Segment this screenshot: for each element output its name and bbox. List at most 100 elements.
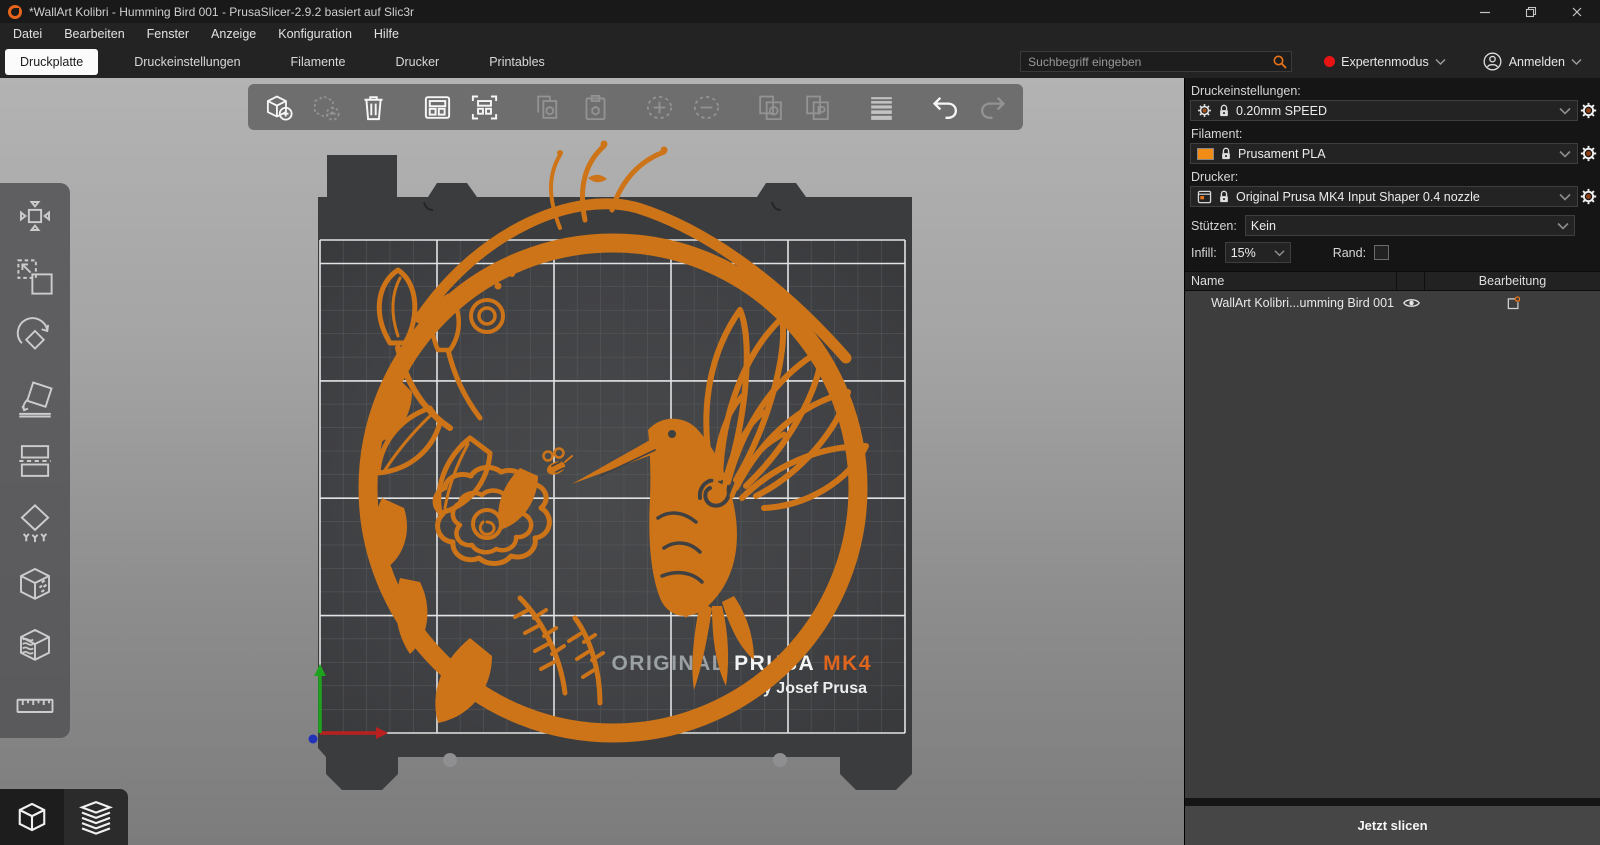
seam-painting-icon (20, 567, 50, 600)
variable-layer-height-icon (870, 96, 892, 120)
remove-instance-button[interactable] (687, 88, 725, 126)
lock-icon (1220, 190, 1228, 203)
filament-edit-button[interactable] (1580, 145, 1597, 162)
split-to-objects-button[interactable] (751, 88, 789, 126)
filament-combo[interactable]: Prusament PLA (1190, 143, 1578, 164)
slice-now-label: Jetzt slicen (1357, 818, 1428, 833)
tab-filamente[interactable]: Filamente (277, 49, 360, 75)
undo-button[interactable] (926, 88, 964, 126)
print-settings-value: 0.20mm SPEED (1236, 103, 1328, 118)
infill-select[interactable]: 15% (1224, 242, 1291, 263)
copy-icon (536, 95, 557, 119)
add-object-button[interactable] (260, 88, 298, 126)
tab-drucker[interactable]: Drucker (381, 49, 453, 75)
menu-datei[interactable]: Datei (2, 23, 53, 45)
restore-icon (1525, 6, 1537, 17)
multimaterial-painting-button[interactable] (12, 621, 58, 667)
tab-printables[interactable]: Printables (475, 49, 559, 75)
view-switch (0, 789, 128, 845)
column-visibility (1397, 272, 1425, 290)
arrange-selection-button[interactable] (465, 88, 503, 126)
copy-button[interactable] (529, 88, 567, 126)
move-icon (20, 201, 50, 231)
gear-icon (1580, 145, 1597, 162)
object-list-header: Name Bearbeitung (1185, 271, 1600, 291)
cut-button[interactable] (12, 438, 58, 484)
menu-bearbeiten[interactable]: Bearbeiten (53, 23, 135, 45)
print-settings-gear-icon (1198, 104, 1211, 117)
menu-anzeige[interactable]: Anzeige (200, 23, 267, 45)
slice-now-button[interactable]: Jetzt slicen (1185, 806, 1600, 845)
preview-view-button[interactable] (64, 789, 128, 845)
printer-icon (1197, 190, 1212, 203)
paste-button[interactable] (576, 88, 614, 126)
printer-label: Drucker: (1191, 170, 1239, 184)
search-icon[interactable] (1272, 54, 1288, 70)
redo-icon (980, 96, 1005, 119)
split-to-parts-button[interactable] (798, 88, 836, 126)
paste-icon (585, 94, 605, 120)
menu-hilfe[interactable]: Hilfe (363, 23, 410, 45)
arrange-button[interactable] (418, 88, 456, 126)
close-button[interactable] (1554, 0, 1600, 23)
add-instance-icon (646, 95, 672, 119)
multimaterial-painting-icon (20, 628, 50, 661)
print-settings-combo[interactable]: 0.20mm SPEED (1190, 100, 1578, 121)
remove-object-icon (313, 95, 340, 121)
chevron-down-icon (1571, 58, 1582, 66)
supports-label: Stützen: (1191, 218, 1237, 233)
login-button[interactable]: Anmelden (1482, 51, 1582, 72)
object-list-body: WallArt Kolibri...umming Bird 001 (1185, 291, 1600, 798)
printer-edit-button[interactable] (1580, 188, 1597, 205)
minimize-button[interactable] (1462, 0, 1508, 23)
3d-viewport[interactable]: ORIGINAL PRUSA MK4 by Josef Prusa (0, 78, 1184, 845)
login-label: Anmelden (1508, 54, 1565, 69)
rotate-icon (16, 317, 50, 351)
delete-all-button[interactable] (354, 88, 392, 126)
split-to-objects-icon (758, 95, 782, 120)
remove-object-button[interactable] (307, 88, 345, 126)
move-button[interactable] (12, 193, 58, 239)
mode-selector[interactable]: Expertenmodus (1324, 55, 1446, 69)
search-input[interactable] (1020, 51, 1293, 72)
object-row[interactable]: WallArt Kolibri...umming Bird 001 (1185, 291, 1600, 315)
object-edit-action[interactable] (1425, 295, 1600, 311)
print-settings-label: Druckeinstellungen: (1191, 84, 1301, 98)
scale-icon (17, 259, 53, 295)
paint-supports-button[interactable] (12, 499, 58, 545)
brim-label: Rand: (1332, 245, 1367, 260)
printer-value: Original Prusa MK4 Input Shaper 0.4 nozz… (1236, 189, 1480, 204)
restore-button[interactable] (1508, 0, 1554, 23)
variable-layer-height-button[interactable] (862, 88, 900, 126)
sidebar-divider (1185, 798, 1600, 806)
object-name: WallArt Kolibri...umming Bird 001 (1211, 296, 1394, 310)
print-settings-edit-button[interactable] (1580, 102, 1597, 119)
printer-combo[interactable]: Original Prusa MK4 Input Shaper 0.4 nozz… (1190, 186, 1578, 207)
mode-label: Expertenmodus (1341, 54, 1429, 69)
app-logo-icon (8, 4, 22, 19)
brim-checkbox[interactable] (1374, 245, 1390, 260)
measure-button[interactable] (12, 682, 58, 728)
tab-druckplatte[interactable]: Druckplatte (5, 48, 99, 75)
scale-button[interactable] (12, 254, 58, 300)
object-visibility-toggle[interactable] (1397, 297, 1425, 309)
chevron-down-icon (1559, 193, 1571, 201)
menu-fenster[interactable]: Fenster (136, 23, 200, 45)
remove-instance-icon (693, 95, 719, 119)
chevron-down-icon (1435, 58, 1446, 66)
place-on-face-button[interactable] (12, 376, 58, 422)
add-instance-button[interactable] (640, 88, 678, 126)
place-on-face-icon (19, 381, 53, 418)
gear-icon (1580, 188, 1597, 205)
3d-editor-view-icon (18, 802, 46, 832)
chevron-down-icon (1559, 107, 1571, 115)
3d-editor-view-button[interactable] (0, 789, 64, 845)
supports-select[interactable]: Kein (1244, 215, 1575, 236)
tab-druckeinstellungen[interactable]: Druckeinstellungen (120, 49, 254, 75)
rotate-button[interactable] (12, 315, 58, 361)
close-icon (1572, 7, 1582, 16)
add-object-icon (266, 95, 293, 121)
menu-konfiguration[interactable]: Konfiguration (267, 23, 363, 45)
seam-painting-button[interactable] (12, 560, 58, 606)
redo-button[interactable] (973, 88, 1011, 126)
